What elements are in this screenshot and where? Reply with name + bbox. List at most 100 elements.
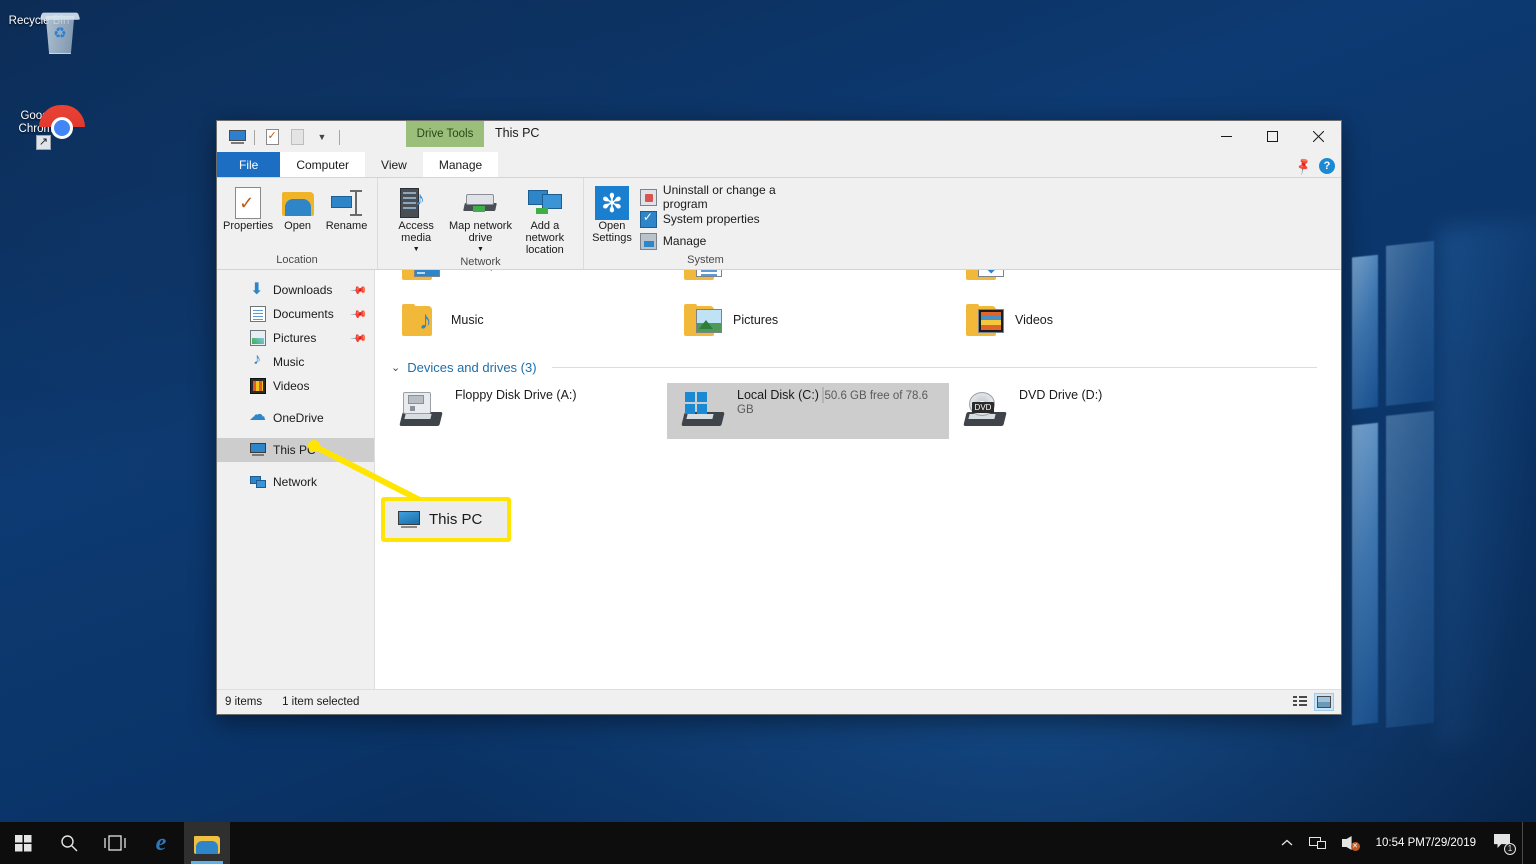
- properties-icon[interactable]: [261, 126, 283, 148]
- list-item[interactable]: Downloads: [949, 270, 1231, 292]
- uninstall-program-button[interactable]: Uninstall or change a program: [638, 183, 821, 211]
- nav-item-clipped[interactable]: [217, 270, 374, 278]
- item-label: Music: [451, 313, 484, 327]
- maximize-button[interactable]: [1249, 121, 1295, 151]
- clock-time: 10:54 PM: [1375, 837, 1425, 849]
- button-label: Add a network location: [525, 220, 565, 256]
- tab-file[interactable]: File: [217, 152, 281, 177]
- network-icon: [1308, 836, 1326, 850]
- sidebar-item-onedrive[interactable]: OneDrive: [217, 405, 374, 430]
- sidebar-item-this-pc[interactable]: This PC: [217, 438, 374, 462]
- search-button[interactable]: [46, 822, 92, 864]
- properties-button[interactable]: Properties: [223, 182, 273, 254]
- manage-button[interactable]: Manage: [638, 230, 821, 252]
- desktop-icon-google-chrome[interactable]: ↗ Google Chrome: [0, 105, 85, 150]
- list-item[interactable]: Desktop: [385, 270, 667, 292]
- item-count: 9 items: [225, 696, 263, 708]
- ribbon[interactable]: Properties Open Rename: [217, 178, 1341, 270]
- network-status-button[interactable]: [1301, 822, 1334, 864]
- chevron-down-icon: ▼: [412, 246, 420, 253]
- map-network-drive-button[interactable]: Map network drive ▼: [448, 182, 512, 256]
- pin-icon[interactable]: 📌: [350, 281, 369, 299]
- start-button[interactable]: [0, 822, 46, 864]
- sidebar-item-downloads[interactable]: Downloads 📌: [217, 278, 374, 302]
- taskbar[interactable]: e ✕ 10:54 PM 7/29/2019 1: [0, 822, 1536, 864]
- chevron-down-icon[interactable]: ⌄: [391, 361, 400, 374]
- ribbon-group-network: ♪ Access media ▼ Map network drive ▼ Add…: [377, 178, 583, 269]
- minimize-button[interactable]: [1203, 121, 1249, 151]
- dvd-drive-icon: DVD: [963, 392, 1009, 430]
- sidebar-item-pictures[interactable]: Pictures 📌: [217, 326, 374, 350]
- callout-box: This PC: [381, 497, 511, 542]
- button-label: Open Settings: [592, 220, 632, 244]
- view-buttons[interactable]: [1291, 693, 1334, 711]
- show-desktop-button[interactable]: [1522, 822, 1530, 864]
- ribbon-group-system: Open Settings Uninstall or change a prog…: [583, 178, 827, 269]
- clock[interactable]: 10:54 PM 7/29/2019: [1366, 822, 1486, 864]
- customize-caret-icon[interactable]: ▼: [311, 126, 333, 148]
- navigation-pane[interactable]: Downloads 📌 Documents 📌 Pictures 📌 Music: [217, 270, 375, 689]
- taskbar-app-file-explorer[interactable]: [184, 822, 230, 864]
- videos-icon: [250, 378, 266, 394]
- ribbon-tools[interactable]: 📌 ?: [1293, 156, 1335, 176]
- system-properties-button[interactable]: System properties: [638, 208, 821, 230]
- list-item-local-disk-c[interactable]: Local Disk (C:) 50.6 GB free of 78.6 GB: [667, 383, 949, 439]
- title-bar[interactable]: ▼ Drive Tools This PC: [217, 121, 1341, 153]
- close-button[interactable]: [1295, 121, 1341, 151]
- content-pane[interactable]: Desktop Documents Downloads: [375, 270, 1341, 689]
- show-hidden-icons-button[interactable]: [1273, 822, 1301, 864]
- pin-icon[interactable]: 📌: [350, 329, 369, 347]
- contextual-tab-header: Drive Tools: [406, 121, 484, 147]
- list-item[interactable]: Music: [385, 292, 667, 348]
- ribbon-tab-strip[interactable]: File Computer View Manage 📌 ?: [217, 152, 1341, 178]
- drives-row: Floppy Disk Drive (A:) Local Disk (C:) 5…: [385, 383, 1331, 439]
- sidebar-item-music[interactable]: Music: [217, 350, 374, 374]
- sidebar-item-videos[interactable]: Videos: [217, 374, 374, 398]
- list-item[interactable]: Documents: [667, 270, 949, 292]
- sidebar-item-network[interactable]: Network: [217, 470, 374, 494]
- windows-logo-icon: [14, 834, 32, 852]
- help-icon[interactable]: ?: [1319, 158, 1335, 174]
- rename-button[interactable]: Rename: [322, 182, 371, 254]
- section-header-devices[interactable]: ⌄ Devices and drives (3): [385, 348, 1331, 383]
- tab-computer[interactable]: Computer: [280, 152, 366, 177]
- pin-icon[interactable]: 📌: [350, 305, 369, 323]
- action-center-button[interactable]: 1: [1486, 822, 1522, 864]
- sidebar-item-label: Network: [273, 475, 318, 489]
- quick-access-toolbar[interactable]: ▼: [217, 124, 343, 150]
- window-controls[interactable]: [1203, 121, 1341, 151]
- action-center-icon: 1: [1494, 834, 1516, 855]
- folders-row: Music Pictures Videos: [385, 292, 1331, 348]
- large-icons-view-button[interactable]: [1314, 693, 1334, 711]
- this-pc-icon[interactable]: [226, 126, 248, 148]
- desktop-icon-recycle-bin[interactable]: ♻ Recycle Bin: [0, 10, 81, 54]
- file-explorer-window[interactable]: ▼ Drive Tools This PC File Computer: [216, 120, 1342, 715]
- access-media-button[interactable]: ♪ Access media ▼: [384, 182, 448, 256]
- button-label: Manage: [662, 234, 707, 248]
- add-network-location-button[interactable]: Add a network location: [513, 182, 577, 256]
- system-tray[interactable]: ✕ 10:54 PM 7/29/2019 1: [1273, 822, 1536, 864]
- sidebar-item-label: Music: [273, 355, 305, 369]
- list-item[interactable]: Pictures: [667, 292, 949, 348]
- open-button[interactable]: Open: [273, 182, 322, 254]
- floppy-drive-icon: [399, 392, 445, 430]
- open-settings-button[interactable]: Open Settings: [590, 182, 634, 254]
- new-folder-icon[interactable]: [286, 126, 308, 148]
- ribbon-group-location: Properties Open Rename: [217, 178, 377, 269]
- tab-view[interactable]: View: [365, 152, 423, 177]
- sidebar-item-documents[interactable]: Documents 📌: [217, 302, 374, 326]
- desktop[interactable]: ♻ Recycle Bin ↗ Google Chrome ✓ ▼ Drive …: [0, 0, 1536, 864]
- collapse-ribbon-icon[interactable]: 📌: [1293, 156, 1313, 176]
- tab-manage[interactable]: Manage: [422, 152, 499, 177]
- list-item[interactable]: Videos: [949, 292, 1231, 348]
- list-item-dvd-drive[interactable]: DVD DVD Drive (D:): [949, 383, 1231, 439]
- rename-icon: [330, 186, 363, 220]
- details-view-button[interactable]: [1291, 694, 1309, 710]
- task-view-button[interactable]: [92, 822, 138, 864]
- sidebar-item-label: Downloads: [273, 283, 333, 297]
- status-bar: 9 items 1 item selected: [217, 689, 1341, 714]
- list-item-floppy-drive[interactable]: Floppy Disk Drive (A:): [385, 383, 667, 439]
- folders-row-clipped: Desktop Documents Downloads: [385, 270, 1331, 292]
- volume-button[interactable]: ✕: [1334, 822, 1366, 864]
- taskbar-app-microsoft-edge[interactable]: e: [138, 822, 184, 864]
